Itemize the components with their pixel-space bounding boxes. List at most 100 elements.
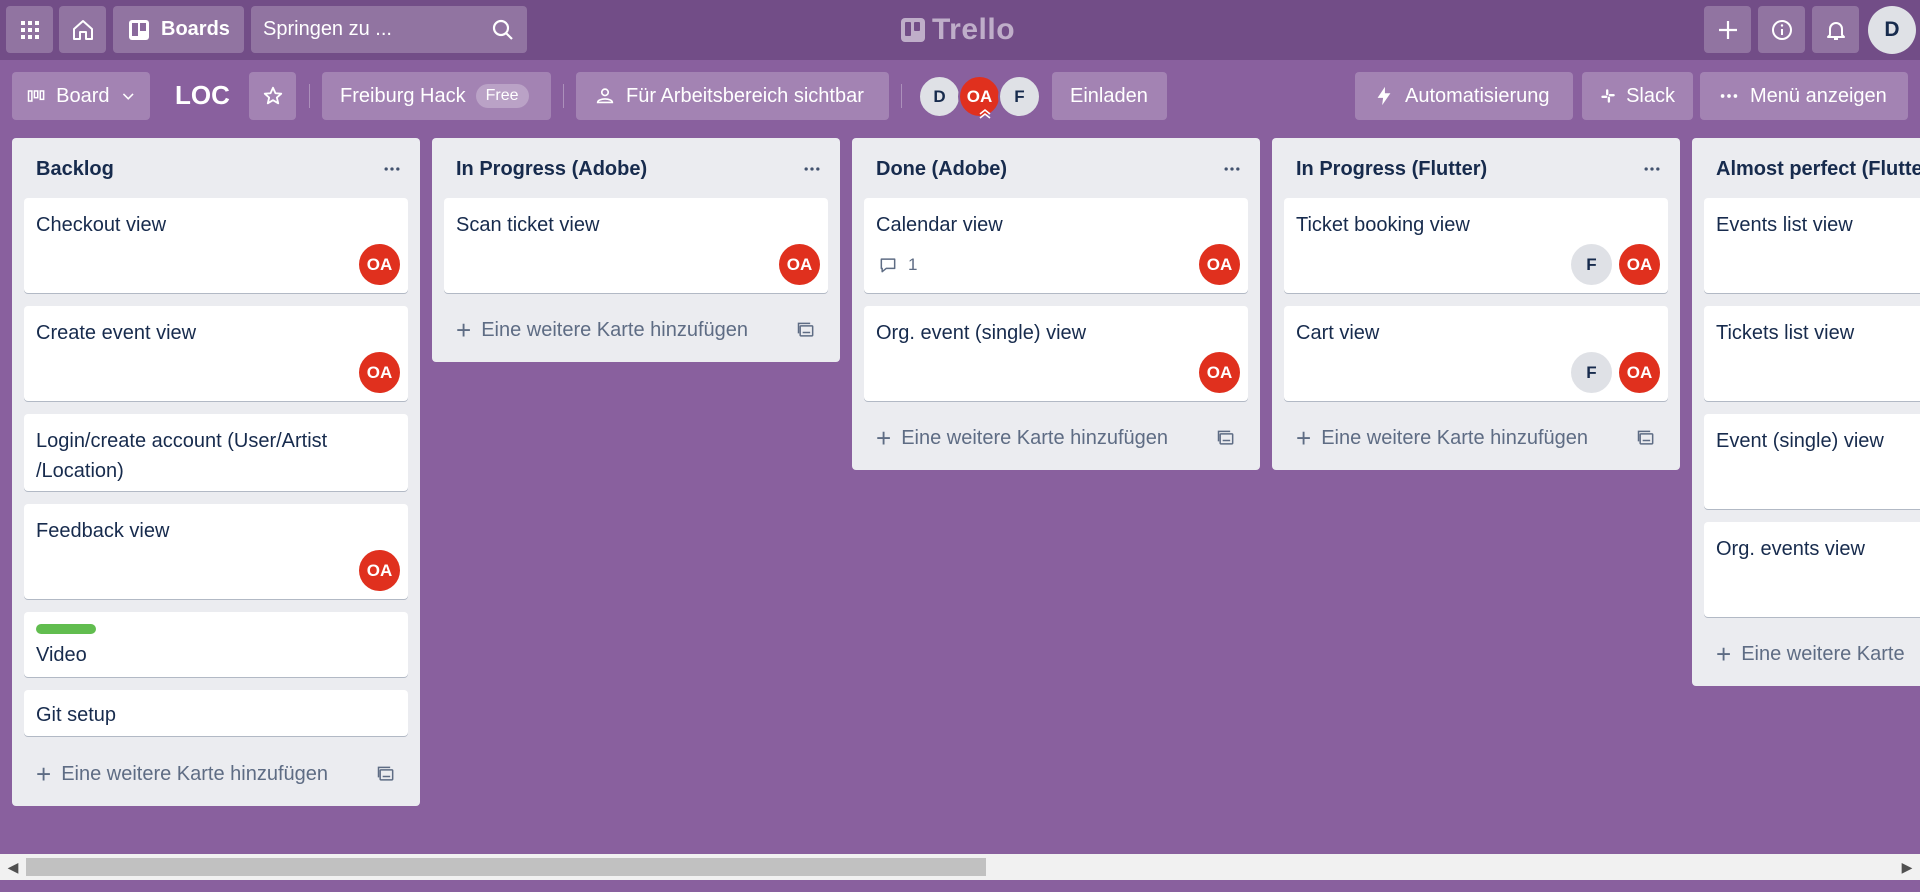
card-member-avatar[interactable]: OA — [359, 352, 400, 393]
member-initials: OA — [966, 86, 993, 106]
list-header[interactable]: In Progress (Adobe) — [432, 138, 840, 200]
visibility-label: Für Arbeitsbereich sichtbar — [626, 84, 864, 107]
home-button[interactable] — [59, 6, 106, 53]
card-template-icon[interactable] — [1216, 428, 1236, 448]
plus-icon: + — [1716, 639, 1732, 669]
card-member-avatar[interactable]: OA — [779, 244, 820, 285]
list-header[interactable]: Almost perfect (Flutte — [1692, 138, 1920, 200]
list-title[interactable]: Almost perfect (Flutte — [1716, 158, 1920, 181]
more-horizontal-icon — [804, 167, 820, 171]
invite-button[interactable]: Einladen — [1052, 72, 1167, 120]
card[interactable]: Checkout view OA — [24, 198, 408, 293]
card[interactable]: Org. events view — [1704, 522, 1920, 617]
card-member-avatar[interactable]: OA — [1199, 352, 1240, 393]
scrollbar-thumb[interactable] — [26, 858, 986, 876]
card-member-avatar[interactable]: OA — [359, 550, 400, 591]
card[interactable]: Ticket booking view F OA — [1284, 198, 1668, 293]
add-card-button[interactable]: + Eine weitere Karte hinzufügen — [1284, 416, 1668, 460]
card[interactable]: Create event view OA — [24, 306, 408, 401]
add-card-button[interactable]: + Eine weitere Karte hinzufügen — [24, 752, 408, 796]
board-member-avatar[interactable]: OA — [958, 75, 1001, 119]
board-member-avatar[interactable]: D — [918, 75, 961, 118]
card[interactable]: Org. event (single) view OA — [864, 306, 1248, 401]
list-menu-button[interactable] — [796, 153, 828, 185]
comment-badge: 1 — [878, 255, 917, 275]
header-divider — [309, 84, 310, 108]
star-board-button[interactable] — [249, 72, 296, 120]
create-button[interactable] — [1704, 6, 1751, 53]
visibility-button[interactable]: Für Arbeitsbereich sichtbar — [576, 72, 889, 120]
member-initials: OA — [366, 254, 393, 274]
star-icon — [263, 86, 282, 105]
board-view-switcher[interactable]: Board — [12, 72, 150, 120]
add-card-label: Eine weitere Karte hinzufügen — [901, 426, 1169, 449]
boards-button[interactable]: Boards — [113, 6, 244, 53]
member-initials: F — [1586, 362, 1597, 382]
card[interactable]: Calendar view 1 OA — [864, 198, 1248, 293]
list-header[interactable]: In Progress (Flutter) — [1272, 138, 1680, 200]
list-title[interactable]: In Progress (Adobe) — [456, 158, 647, 181]
list-header[interactable]: Done (Adobe) — [852, 138, 1260, 200]
card[interactable]: Tickets list view — [1704, 306, 1920, 401]
card-member-avatar[interactable]: OA — [1619, 352, 1660, 393]
card-title: Login/create account (User/Artist /Locat… — [36, 430, 328, 482]
list-header[interactable]: Backlog — [12, 138, 420, 200]
card-template-icon[interactable] — [1636, 428, 1656, 448]
card-title: Tickets list view — [1716, 322, 1855, 344]
card-template-icon[interactable] — [376, 764, 396, 784]
card[interactable]: Scan ticket view OA — [444, 198, 828, 293]
scroll-right-arrow-icon[interactable]: ▶ — [1894, 854, 1920, 880]
horizontal-scrollbar[interactable]: ◀ ▶ — [0, 854, 1920, 880]
card[interactable]: Cart view F OA — [1284, 306, 1668, 401]
member-initials: F — [1586, 254, 1597, 274]
card-member-avatar[interactable]: OA — [359, 244, 400, 285]
workspace-button[interactable]: Freiburg Hack Free — [322, 72, 551, 120]
card[interactable]: Login/create account (User/Artist /Locat… — [24, 414, 408, 491]
list-title[interactable]: Done (Adobe) — [876, 158, 1007, 181]
info-button[interactable] — [1758, 6, 1805, 53]
card[interactable]: Event (single) view — [1704, 414, 1920, 509]
card-title: Feedback view — [36, 520, 170, 542]
chevron-down-icon — [122, 93, 134, 100]
apps-switcher-button[interactable] — [6, 6, 53, 53]
list-almost-perfect-flutter: Almost perfect (Flutte Events list view … — [1692, 138, 1920, 686]
scroll-left-arrow-icon[interactable]: ◀ — [0, 854, 26, 880]
automation-button[interactable]: Automatisierung — [1355, 72, 1573, 120]
card-member-avatar[interactable]: F — [1571, 244, 1612, 285]
notifications-button[interactable] — [1812, 6, 1859, 53]
trello-logo[interactable]: Trello — [901, 12, 1015, 48]
list-menu-button[interactable] — [1636, 153, 1668, 185]
list-menu-button[interactable] — [376, 153, 408, 185]
add-card-label: Eine weitere Karte hinzufügen — [1321, 426, 1589, 449]
board-member-avatar[interactable]: F — [998, 75, 1041, 118]
add-card-button[interactable]: + Eine weitere Karte hinzufügen — [444, 308, 828, 352]
list-menu-button[interactable] — [1216, 153, 1248, 185]
slack-button[interactable]: Slack — [1582, 72, 1693, 120]
card[interactable]: Feedback view OA — [24, 504, 408, 599]
card[interactable]: Events list view — [1704, 198, 1920, 293]
top-header: Boards Springen zu ... Trello D — [0, 0, 1920, 60]
invite-label: Einladen — [1070, 84, 1148, 107]
boards-label: Boards — [161, 18, 230, 40]
list-title[interactable]: Backlog — [36, 158, 114, 181]
board-title[interactable]: LOC — [175, 80, 230, 111]
card-title: Cart view — [1296, 322, 1380, 344]
lightning-icon — [1377, 86, 1391, 106]
user-avatar[interactable]: D — [1868, 6, 1916, 54]
card[interactable]: Git setup — [24, 690, 408, 736]
show-menu-button[interactable]: Menü anzeigen — [1700, 72, 1908, 120]
list-title[interactable]: In Progress (Flutter) — [1296, 158, 1487, 181]
card-member-avatar[interactable]: F — [1571, 352, 1612, 393]
add-card-button[interactable]: + Eine weitere Karte hinzufügen — [864, 416, 1248, 460]
add-card-button[interactable]: + Eine weitere Karte — [1704, 632, 1920, 676]
plus-icon: + — [36, 759, 52, 789]
more-horizontal-icon — [1224, 167, 1240, 171]
card-member-avatar[interactable]: OA — [1199, 244, 1240, 285]
list-in-progress-adobe: In Progress (Adobe) Scan ticket view OA … — [432, 138, 840, 362]
search-input[interactable]: Springen zu ... — [251, 6, 527, 53]
card-label-green[interactable] — [36, 624, 96, 634]
card[interactable]: Video — [24, 612, 408, 677]
card-member-avatar[interactable]: OA — [1619, 244, 1660, 285]
trello-logo-icon — [901, 18, 925, 42]
card-template-icon[interactable] — [796, 320, 816, 340]
